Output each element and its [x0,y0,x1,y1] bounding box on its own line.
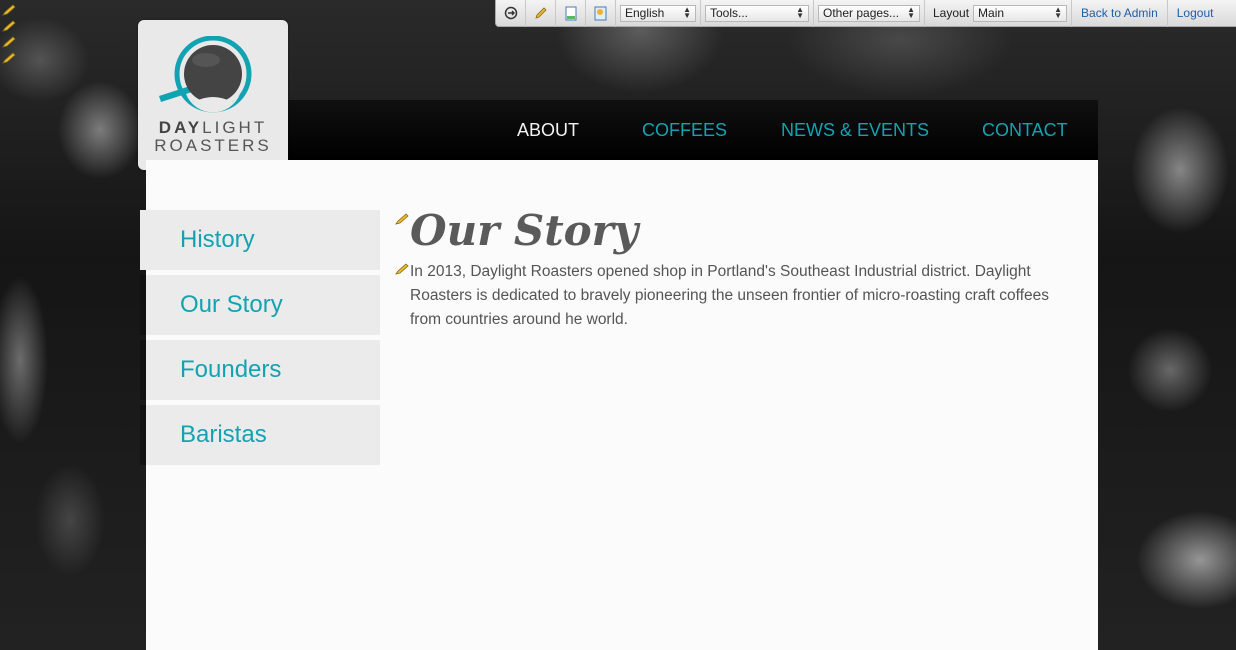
language-select[interactable]: English ▲ ▼ [620,4,696,22]
coffee-cup-logo-icon [159,36,252,113]
other-pages-select[interactable]: Other pages... ▲ ▼ [818,4,920,22]
pencil-icon[interactable] [2,4,16,16]
toolbar-divider [924,0,925,27]
sidebar-item-baristas[interactable]: Baristas [140,405,380,465]
pencil-icon[interactable] [2,20,16,32]
main-nav: ABOUT COFFEES NEWS & EVENTS CONTACT [146,100,1098,160]
page-icon[interactable] [556,0,586,27]
nav-item-contact[interactable]: CONTACT [982,100,1068,160]
image-page-icon[interactable] [586,0,616,27]
edit-pencil-icon[interactable] [526,0,556,27]
toolbar-divider [813,0,814,27]
logo-wordmark-bottom: ROASTERS [154,136,272,155]
layout-label: Layout [933,6,970,20]
edit-markers [2,4,18,68]
pencil-icon[interactable] [2,52,16,64]
body-paragraph: In 2013, Daylight Roasters opened shop i… [410,263,1049,328]
site-logo[interactable]: DAYLIGHT ROASTERS [138,20,288,170]
logo-light-text: LIGHT [202,118,268,137]
tools-select-value: Tools... [710,6,749,20]
select-arrows-icon: ▲ ▼ [796,5,804,20]
logo-wordmark-top: DAYLIGHT [138,118,288,138]
sidebar-item-founders[interactable]: Founders [140,340,380,400]
admin-toolbar: English ▲ ▼ Tools... ▲ ▼ Other pages... ▲ ▼… [495,0,1236,27]
toolbar-divider [700,0,701,27]
edit-body-pencil-icon[interactable] [395,263,409,275]
page-title: Our Story [410,206,639,255]
back-to-admin-link[interactable]: Back to Admin [1071,0,1167,27]
pencil-icon[interactable] [2,36,16,48]
logout-link[interactable]: Logout [1166,0,1223,27]
language-select-value: English [625,6,665,20]
refresh-icon[interactable] [496,0,526,27]
sidebar-item-our-story[interactable]: Our Story [140,275,380,335]
nav-item-news-events[interactable]: NEWS & EVENTS [781,100,929,160]
nav-item-coffees[interactable]: COFFEES [642,100,727,160]
select-arrows-icon: ▲ ▼ [1054,5,1063,20]
nav-item-about[interactable]: ABOUT [517,100,579,160]
layout-select-value: Main [978,6,1005,20]
sidebar-item-history[interactable]: History [140,210,380,270]
select-arrows-icon: ▲ ▼ [683,5,691,20]
select-arrows-icon: ▲ ▼ [907,5,915,20]
layout-select[interactable]: Main ▲ ▼ [973,4,1068,22]
other-pages-select-value: Other pages... [823,6,900,20]
tools-select[interactable]: Tools... ▲ ▼ [705,4,809,22]
logo-day-text: DAY [158,118,203,137]
edit-title-pencil-icon[interactable] [395,213,409,225]
